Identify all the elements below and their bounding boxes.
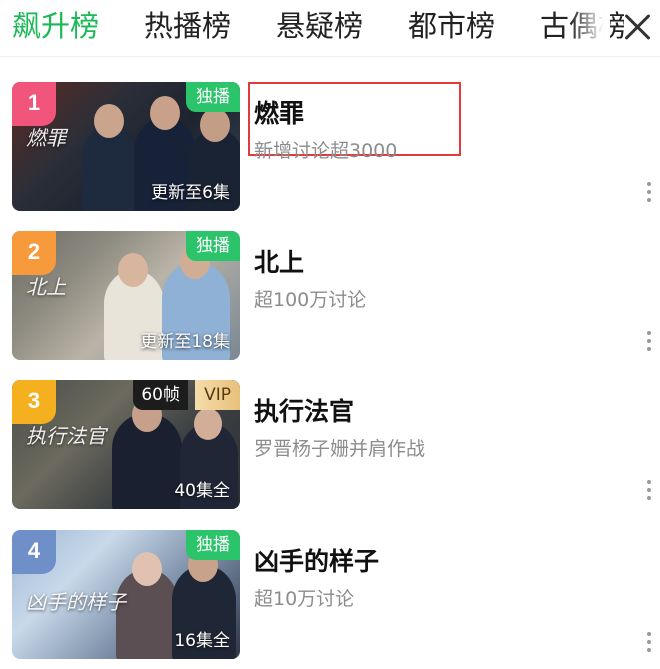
rank-badge: 4 xyxy=(12,530,56,574)
poster-logo-text: 燃罪 xyxy=(26,126,66,150)
list-item[interactable]: 执行法官 3 60帧 VIP 40集全 执行法官 罗晋杨子姗并肩作战 xyxy=(0,380,660,510)
episode-status: 16集全 xyxy=(174,631,230,651)
poster-figure-head xyxy=(194,408,222,440)
list-item[interactable]: 燃罪 1 独播 更新至6集 燃罪 新增讨论超3000 xyxy=(0,82,660,212)
poster-logo-text: 北上 xyxy=(26,275,66,299)
show-subtitle: 罗晋杨子姗并肩作战 xyxy=(254,438,426,460)
more-options-icon[interactable] xyxy=(646,480,652,506)
poster-thumbnail[interactable]: 北上 2 独播 更新至18集 xyxy=(12,231,240,360)
tab-hot-chart[interactable]: 热播榜 xyxy=(144,6,231,46)
poster-logo-text: 执行法官 xyxy=(26,424,106,448)
category-tab-bar: 飙升榜 热播榜 悬疑榜 都市榜 古偶榜 xyxy=(0,0,660,57)
list-item[interactable]: 北上 2 独播 更新至18集 北上 超100万讨论 xyxy=(0,231,660,361)
poster-figure-head xyxy=(94,104,124,138)
tab-suspense-chart[interactable]: 悬疑榜 xyxy=(276,6,363,46)
tab-urban-chart[interactable]: 都市榜 xyxy=(408,6,495,46)
episode-status: 更新至6集 xyxy=(151,183,230,203)
more-options-icon[interactable] xyxy=(646,632,652,658)
show-subtitle: 超100万讨论 xyxy=(254,289,367,311)
more-options-icon[interactable] xyxy=(646,182,652,208)
show-subtitle: 超10万讨论 xyxy=(254,588,355,610)
exclusive-badge: 独播 xyxy=(186,530,240,560)
poster-thumbnail[interactable]: 执行法官 3 60帧 VIP 40集全 xyxy=(12,380,240,509)
episode-status: 40集全 xyxy=(174,481,230,501)
poster-thumbnail[interactable]: 燃罪 1 独播 更新至6集 xyxy=(12,82,240,211)
list-item[interactable]: 凶手的样子 4 独播 16集全 凶手的样子 超10万讨论 xyxy=(0,530,660,660)
show-title[interactable]: 执行法官 xyxy=(254,392,354,428)
poster-figure-head xyxy=(118,253,148,287)
more-options-icon[interactable] xyxy=(646,331,652,357)
show-subtitle: 新增讨论超3000 xyxy=(254,140,398,162)
rank-badge: 2 xyxy=(12,231,56,275)
exclusive-badge: 独播 xyxy=(186,231,240,261)
tab-fade-overlay xyxy=(570,0,610,55)
show-title[interactable]: 凶手的样子 xyxy=(254,542,379,578)
show-title[interactable]: 北上 xyxy=(254,243,304,279)
show-title[interactable]: 燃罪 xyxy=(254,94,304,130)
close-icon[interactable] xyxy=(622,12,652,42)
rank-badge: 3 xyxy=(12,380,56,424)
poster-thumbnail[interactable]: 凶手的样子 4 独播 16集全 xyxy=(12,530,240,659)
poster-logo-text: 凶手的样子 xyxy=(26,590,126,614)
rank-badge: 1 xyxy=(12,82,56,126)
episode-status: 更新至18集 xyxy=(140,332,230,352)
poster-figure-head xyxy=(150,96,180,130)
poster-figure-head xyxy=(200,108,230,142)
exclusive-badge: 独播 xyxy=(186,82,240,112)
tab-rising-chart[interactable]: 飙升榜 xyxy=(12,6,99,46)
vip-badge: VIP xyxy=(195,380,240,410)
frame-rate-badge: 60帧 xyxy=(133,380,188,410)
poster-figure-head xyxy=(132,552,162,586)
